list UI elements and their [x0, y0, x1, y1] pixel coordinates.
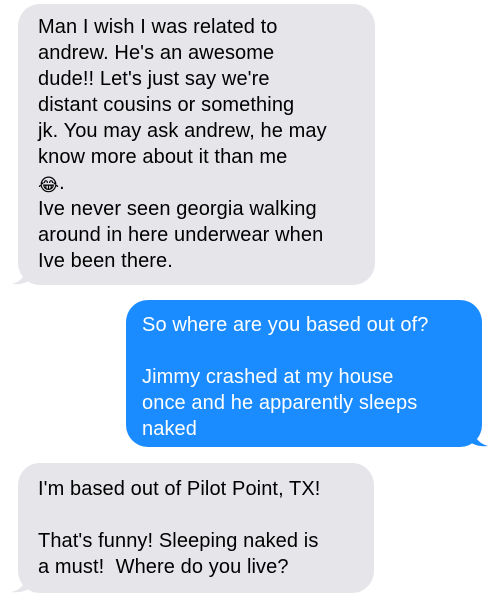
- message-text-line: dude!! Let's just say we're: [38, 68, 270, 90]
- message-text-line: once and he apparently sleeps: [142, 392, 418, 414]
- message-text-line: That's funny! Sleeping naked is: [38, 530, 319, 552]
- message-text-line: Ive been there.: [38, 250, 173, 272]
- message-text-line: distant cousins or something: [38, 94, 295, 116]
- message-text-line: So where are you based out of?: [142, 314, 429, 336]
- outgoing-message-bubble[interactable]: So where are you based out of? Jimmy cra…: [126, 300, 488, 447]
- message-text-line: Ive never seen georgia walking: [38, 198, 317, 220]
- bubble-tail-icon: [12, 575, 32, 593]
- incoming-message-bubble[interactable]: Man I wish I was related to andrew. He's…: [12, 4, 375, 285]
- tears-of-joy-emoji-icon: 😂: [38, 175, 60, 195]
- emoji-line: 😂.: [38, 170, 359, 196]
- bubble-tail-icon: [468, 429, 488, 447]
- message-text-line: andrew. He's an awesome: [38, 42, 275, 64]
- message-thread: Man I wish I was related to andrew. He's…: [0, 0, 496, 600]
- message-text-line: Man I wish I was related to: [38, 16, 278, 38]
- bubble-tail-icon: [12, 267, 32, 285]
- message-text-line: a must! Where do you live?: [38, 556, 289, 578]
- message-text-line: jk. You may ask andrew, he may: [38, 120, 327, 142]
- message-text-line: Jimmy crashed at my house: [142, 366, 394, 388]
- message-text-line: around in here underwear when: [38, 224, 324, 246]
- message-text-line: naked: [142, 418, 197, 440]
- message-text-line: I'm based out of Pilot Point, TX!: [38, 478, 321, 500]
- message-text-line: know more about it than me: [38, 146, 288, 168]
- message-text-fragment: .: [59, 172, 65, 194]
- incoming-message-bubble[interactable]: I'm based out of Pilot Point, TX! That's…: [12, 463, 374, 593]
